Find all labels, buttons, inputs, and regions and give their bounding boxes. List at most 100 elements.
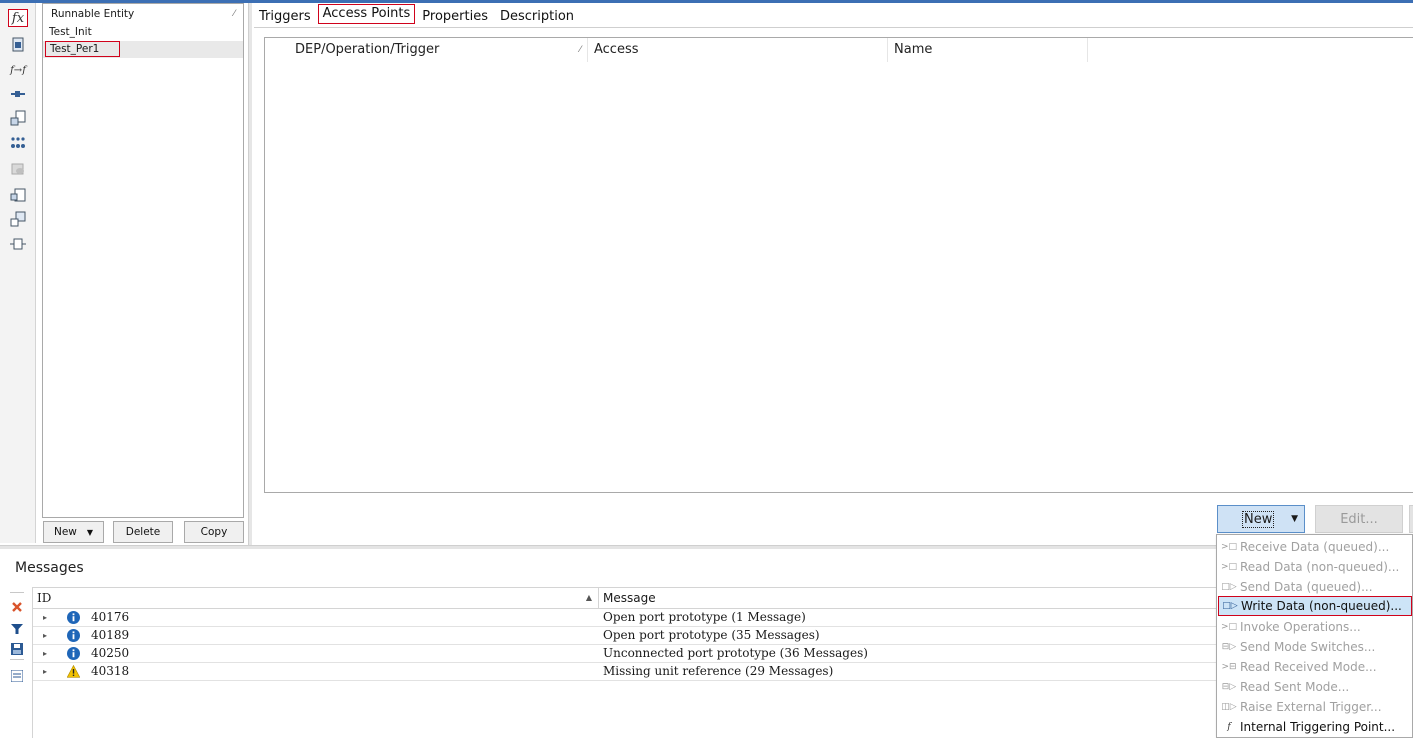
component-icon[interactable] — [8, 186, 28, 204]
runnable-doc-icon[interactable] — [8, 36, 28, 54]
access-header-spacer — [265, 38, 289, 62]
new-access-point-label: New — [1242, 510, 1275, 528]
info-icon — [67, 647, 80, 660]
messages-title: Messages — [15, 560, 84, 576]
filter-icon[interactable] — [10, 622, 24, 636]
write-icon: □▷ — [1222, 601, 1238, 611]
tab-description[interactable]: Description — [495, 5, 579, 27]
function-sequence-icon[interactable]: f→f — [8, 61, 28, 79]
messages-table: ID ▲ Message ▸ 40176 Open port prototype… — [32, 587, 1413, 738]
message-id: 40176 — [91, 610, 130, 624]
menu-item-label: Invoke Operations... — [1240, 620, 1361, 634]
function-icon-glyph: fx — [11, 10, 25, 26]
expand-arrow-icon[interactable]: ▸ — [43, 663, 47, 680]
expand-arrow-icon[interactable]: ▸ — [43, 627, 47, 644]
runnable-item-test-per1[interactable]: Test_Per1 — [43, 41, 243, 58]
database-icon[interactable] — [8, 160, 28, 178]
column-dep-label: DEP/Operation/Trigger — [295, 42, 440, 57]
runnable-entity-list: Runnable Entity ⁄ Test_Init Test_Per1 — [42, 3, 244, 518]
sort-icon: ⁄ — [233, 9, 235, 19]
component-list-icon[interactable] — [8, 210, 28, 228]
editor-toolbar: fx f→f — [0, 3, 36, 543]
read-icon: >□ — [1220, 562, 1238, 572]
column-message-label: Message — [603, 591, 656, 605]
messages-header: ID ▲ Message — [33, 588, 1413, 609]
details-icon[interactable] — [10, 669, 24, 683]
tab-properties[interactable]: Properties — [417, 5, 493, 27]
function-icon[interactable]: fx — [8, 9, 28, 27]
message-id: 40250 — [91, 646, 130, 660]
runnable-item-label: Test_Per1 — [45, 41, 121, 57]
expand-arrow-icon[interactable]: ▸ — [43, 645, 47, 662]
runnable-entity-header[interactable]: Runnable Entity ⁄ — [43, 4, 243, 24]
port-icon[interactable] — [8, 85, 28, 103]
message-row[interactable]: ▸ 40176 Open port prototype (1 Message) — [33, 609, 1413, 627]
internal-trigger-icon: f — [1227, 722, 1231, 732]
info-icon — [67, 629, 80, 642]
function-sequence-glyph: f→f — [10, 64, 26, 76]
message-row[interactable]: ▸ 40189 Open port prototype (35 Messages… — [33, 627, 1413, 645]
save-icon[interactable] — [10, 642, 24, 656]
external-trigger-icon: ◫▷ — [1221, 702, 1237, 712]
column-id-label: ID — [37, 591, 52, 605]
menu-item-label: Read Sent Mode... — [1240, 680, 1350, 694]
menu-item-label: Read Data (non-queued)... — [1240, 560, 1400, 574]
menu-item-write-data-non-queued[interactable]: □▷ Write Data (non-queued)... — [1218, 596, 1412, 616]
chevron-down-icon: ▼ — [1291, 514, 1298, 524]
delete-access-point-button — [1409, 505, 1413, 533]
mode-switch-icon: ⊟▷ — [1221, 642, 1237, 652]
menu-item-invoke-operations: >□ Invoke Operations... — [1218, 617, 1412, 637]
menu-item-read-received-mode: >⊟ Read Received Mode... — [1218, 657, 1412, 677]
chevron-down-icon: ▼ — [86, 527, 94, 537]
new-access-point-button[interactable]: New ▼ — [1217, 505, 1305, 533]
panel-splitter[interactable] — [248, 3, 252, 545]
clear-icon[interactable] — [10, 600, 24, 614]
menu-item-label: Read Received Mode... — [1240, 660, 1377, 674]
invoke-icon: >□ — [1220, 622, 1238, 632]
delete-runnable-label: Delete — [125, 526, 161, 538]
menu-item-read-sent-mode: ⊟▷ Read Sent Mode... — [1218, 677, 1412, 697]
warning-icon — [67, 665, 80, 678]
table-add-icon[interactable] — [8, 109, 28, 127]
expand-arrow-icon[interactable]: ▸ — [43, 609, 47, 626]
new-runnable-button[interactable]: New ▼ — [43, 521, 104, 543]
menu-item-label: Send Data (queued)... — [1240, 580, 1373, 594]
runnable-item-test-init[interactable]: Test_Init — [43, 24, 243, 41]
menu-item-label: Receive Data (queued)... — [1240, 540, 1390, 554]
edit-access-point-label: Edit... — [1340, 511, 1378, 527]
new-access-point-menu: >□ Receive Data (queued)... >□ Read Data… — [1216, 534, 1413, 738]
menu-item-read-data-non-queued: >□ Read Data (non-queued)... — [1218, 557, 1412, 577]
horizontal-splitter[interactable] — [0, 545, 1413, 549]
menu-item-receive-data-queued: >□ Receive Data (queued)... — [1218, 537, 1412, 557]
menu-item-send-mode-switches: ⊟▷ Send Mode Switches... — [1218, 637, 1412, 657]
receive-icon: >□ — [1220, 542, 1238, 552]
dots-grid-icon[interactable] — [8, 134, 28, 152]
delete-runnable-button[interactable]: Delete — [113, 521, 173, 543]
access-table-header: DEP/Operation/Trigger ⁄ Access Name — [265, 38, 1413, 62]
runnable-entity-header-label: Runnable Entity — [51, 8, 135, 20]
sent-mode-icon: ⊟▷ — [1221, 682, 1237, 692]
toolbar-separator — [10, 592, 24, 593]
column-dep-operation-trigger[interactable]: DEP/Operation/Trigger ⁄ — [289, 38, 588, 62]
message-row[interactable]: ▸ 40250 Unconnected port prototype (36 M… — [33, 645, 1413, 663]
column-access-label: Access — [594, 42, 639, 57]
tab-triggers[interactable]: Triggers — [254, 5, 316, 27]
column-id[interactable]: ID ▲ — [33, 588, 599, 608]
column-name-label: Name — [894, 42, 933, 57]
new-runnable-label: New — [53, 526, 77, 538]
edit-access-point-button: Edit... — [1315, 505, 1403, 533]
menu-item-send-data-queued: □▷ Send Data (queued)... — [1218, 577, 1412, 597]
menu-item-label: Write Data (non-queued)... — [1241, 599, 1402, 613]
copy-runnable-label: Copy — [200, 526, 228, 538]
copy-runnable-button[interactable]: Copy — [184, 521, 244, 543]
send-icon: □▷ — [1221, 582, 1237, 592]
access-points-table: DEP/Operation/Trigger ⁄ Access Name — [264, 37, 1413, 493]
message-row[interactable]: ▸ 40318 Missing unit reference (29 Messa… — [33, 663, 1413, 681]
menu-item-internal-triggering-point[interactable]: f Internal Triggering Point... — [1218, 717, 1412, 737]
column-name[interactable]: Name — [888, 38, 1088, 62]
tab-access-points[interactable]: Access Points — [317, 4, 416, 24]
menu-item-raise-external-trigger: ◫▷ Raise External Trigger... — [1218, 697, 1412, 717]
mapping-icon[interactable] — [8, 235, 28, 253]
sort-icon: ⁄ — [579, 45, 581, 55]
column-access[interactable]: Access — [588, 38, 888, 62]
